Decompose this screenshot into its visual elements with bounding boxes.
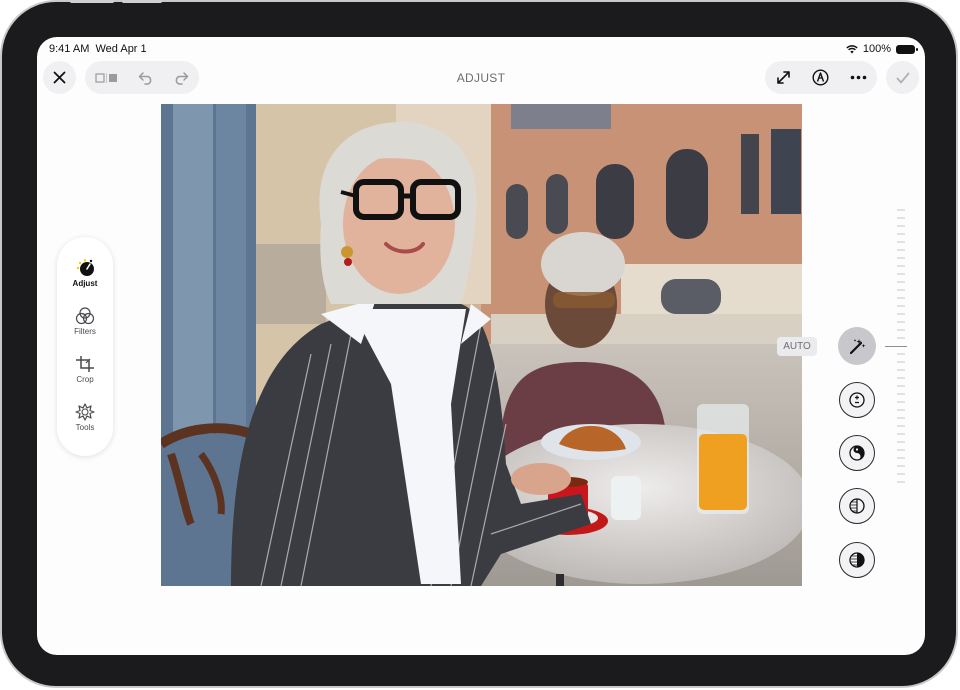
sidebar-item-label: Crop: [76, 375, 94, 384]
sidebar-item-crop[interactable]: Crop: [57, 355, 113, 384]
photo-canvas[interactable]: [161, 104, 802, 586]
battery-percent: 100%: [862, 43, 891, 55]
tools-icon: [75, 403, 95, 421]
expand-arrows-icon: [776, 71, 790, 84]
sidebar-item-filters[interactable]: Filters: [57, 307, 113, 336]
battery-icon: [896, 44, 918, 54]
brilliance-button[interactable]: [839, 435, 875, 471]
wifi-icon: [846, 44, 858, 53]
adjustment-ruler[interactable]: [895, 209, 907, 485]
done-button[interactable]: [886, 61, 919, 94]
exposure-button[interactable]: [839, 382, 875, 418]
aspect-button[interactable]: [776, 70, 791, 85]
status-date: Wed Apr 1: [95, 43, 147, 55]
auto-enhance-button[interactable]: [838, 327, 876, 365]
sidebar-item-label: Adjust: [72, 279, 98, 288]
auto-enhance-icon: [849, 339, 866, 355]
sidebar-item-adjust[interactable]: Adjust: [57, 259, 113, 288]
highlights-button[interactable]: [839, 488, 875, 524]
status-indicators: 100%: [846, 43, 918, 55]
shadows-button[interactable]: [839, 542, 875, 578]
edit-mode-sidebar: Adjust Filters Crop Tools: [57, 237, 113, 456]
actions-toolbar: [765, 61, 877, 94]
sidebar-item-tools[interactable]: Tools: [57, 403, 113, 432]
markup-button[interactable]: [811, 69, 829, 86]
brilliance-icon: [849, 445, 865, 461]
exposure-icon: [849, 392, 865, 408]
adjust-dial-icon: [76, 259, 94, 276]
auto-label: AUTO: [777, 337, 817, 356]
more-ellipsis-icon: [850, 75, 866, 80]
highlights-icon: [849, 498, 865, 514]
crop-icon: [76, 356, 94, 372]
hardware-button: [122, 0, 162, 3]
shadows-icon: [849, 552, 865, 568]
screen: 9:41 AM Wed Apr 1 100% ADJUST Adjust Fil…: [37, 37, 925, 655]
sidebar-item-label: Tools: [75, 423, 95, 432]
sidebar-item-label: Filters: [74, 327, 96, 336]
more-button[interactable]: [850, 75, 867, 80]
status-time: 9:41 AM: [49, 43, 90, 55]
markup-pen-icon: [811, 69, 829, 86]
status-time-date: 9:41 AM Wed Apr 1: [49, 43, 147, 55]
filters-icon: [75, 307, 95, 325]
checkmark-icon: [896, 72, 909, 83]
hardware-button: [70, 0, 114, 3]
photo-image: [161, 104, 802, 586]
ipad-frame: 9:41 AM Wed Apr 1 100% ADJUST Adjust Fil…: [2, 2, 956, 686]
